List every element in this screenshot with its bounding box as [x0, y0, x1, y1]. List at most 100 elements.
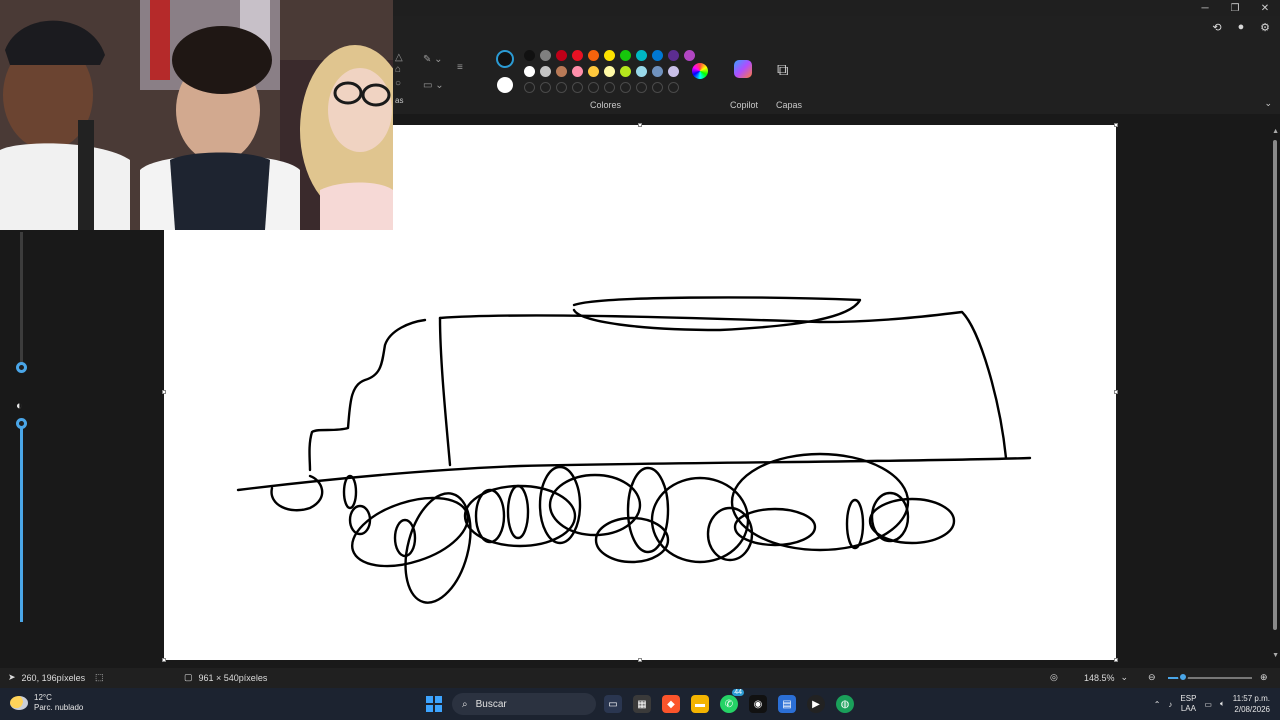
start-button[interactable] [426, 696, 442, 712]
clock[interactable]: 11:57 p.m. 2/08/2026 [1233, 693, 1270, 715]
minimize-icon[interactable]: ─ [1190, 0, 1220, 16]
canvas-size-icon: ▢ [184, 672, 193, 682]
scroll-up-icon[interactable]: ▲ [1272, 128, 1279, 135]
opacity-slider-fill[interactable] [20, 422, 23, 622]
system-tray: ⌃ ♪ ESP LAA ▭ 🔈︎ 11:57 p.m. 2/08/2026 [1154, 688, 1280, 720]
color-swatch[interactable] [524, 66, 535, 77]
edit-colors-icon[interactable] [692, 63, 708, 79]
zoom-out-icon[interactable]: ⊖ [1148, 672, 1156, 683]
zoom-in-icon[interactable]: ⊕ [1260, 672, 1268, 683]
color-swatch[interactable] [636, 66, 647, 77]
account-icon[interactable]: ● [1234, 20, 1248, 34]
resize-handle[interactable] [162, 658, 166, 662]
color-swatch[interactable] [588, 66, 599, 77]
weather-description: Parc. nublado [34, 703, 84, 712]
settings-icon[interactable]: ⚙ [1258, 20, 1272, 34]
secondary-color-swatch[interactable] [497, 77, 513, 93]
media-player-icon[interactable]: ▶ [807, 695, 825, 713]
taskbar-search[interactable]: ⌕ Buscar [452, 693, 596, 715]
volume-icon[interactable]: 🔈︎ [1220, 699, 1225, 709]
color-swatch[interactable] [556, 50, 567, 61]
expand-ribbon-icon[interactable]: ⌄ [1264, 98, 1272, 109]
size-slider-track[interactable] [20, 232, 23, 372]
opacity-slider-thumb[interactable] [16, 418, 27, 429]
custom-color-slot[interactable] [636, 82, 647, 93]
share-icon[interactable]: ⟲ [1210, 20, 1224, 34]
resize-handle[interactable] [638, 658, 642, 662]
color-swatch[interactable] [572, 50, 583, 61]
custom-color-slot[interactable] [556, 82, 567, 93]
task-view-icon[interactable]: ▭ [604, 695, 622, 713]
obs-icon[interactable]: ◉ [749, 695, 767, 713]
store-icon[interactable]: ▦ [633, 695, 651, 713]
pointer-icon: ➤ [8, 672, 16, 682]
resize-handle[interactable] [1114, 123, 1118, 127]
window-controls: ─ ❐ ✕ [1190, 0, 1280, 16]
ellipse-icon[interactable]: ○ [395, 78, 401, 89]
microphone-icon[interactable]: ♪ [1168, 700, 1172, 709]
layers-icon[interactable]: ⧉ [777, 62, 788, 80]
weather-widget[interactable]: 12°C Parc. nublado [10, 693, 83, 713]
color-swatch[interactable] [652, 50, 663, 61]
color-swatch[interactable] [604, 66, 615, 77]
custom-color-slot[interactable] [620, 82, 631, 93]
custom-color-slot[interactable] [652, 82, 663, 93]
canvas-size: ▢ 961 × 540píxeles [184, 672, 267, 683]
color-swatch[interactable] [524, 50, 535, 61]
color-swatch[interactable] [620, 66, 631, 77]
zoom-dropdown[interactable]: 148.5% ⌄ [1084, 672, 1128, 683]
custom-color-slot[interactable] [604, 82, 615, 93]
triangle-icon[interactable]: △ [395, 52, 403, 63]
custom-color-slot[interactable] [572, 82, 583, 93]
color-swatch[interactable] [684, 50, 695, 61]
color-swatch[interactable] [620, 50, 631, 61]
color-swatch[interactable] [636, 50, 647, 61]
custom-color-slot[interactable] [668, 82, 679, 93]
whatsapp-icon[interactable]: ✆ 44 [720, 689, 744, 713]
color-swatch[interactable] [540, 66, 551, 77]
notepad-icon[interactable]: ▤ [778, 695, 796, 713]
color-swatch[interactable] [556, 66, 567, 77]
scroll-down-icon[interactable]: ▼ [1272, 652, 1279, 659]
language-indicator[interactable]: ESP LAA [1180, 694, 1196, 714]
custom-color-slot[interactable] [588, 82, 599, 93]
color-swatch[interactable] [540, 50, 551, 61]
custom-color-slot[interactable] [540, 82, 551, 93]
copilot-icon[interactable] [734, 60, 752, 78]
fill-icon[interactable]: ▭ ⌄ [423, 80, 444, 91]
resize-handle[interactable] [1114, 390, 1118, 394]
size-icon[interactable]: ≡ [457, 62, 463, 73]
chevron-up-icon[interactable]: ⌃ [1154, 700, 1161, 709]
file-explorer-icon[interactable]: ▬ [691, 695, 709, 713]
color-swatch[interactable] [588, 50, 599, 61]
status-bar: ➤ 260, 196píxeles ⬚ ▢ 961 × 540píxeles ◎… [0, 668, 1280, 688]
color-swatch[interactable] [604, 50, 615, 61]
color-swatch[interactable] [668, 50, 679, 61]
custom-color-slot[interactable] [524, 82, 535, 93]
brave-icon[interactable]: ◆ [662, 695, 680, 713]
chevron-down-icon: ⌄ [1120, 672, 1129, 682]
opacity-icon: ◐ [16, 400, 23, 412]
shape-icon[interactable]: ⌂ [395, 64, 401, 75]
fit-screen-icon[interactable]: ◎ [1050, 672, 1058, 683]
color-swatch[interactable] [668, 66, 679, 77]
browser-icon[interactable]: ◍ [836, 695, 854, 713]
color-swatch[interactable] [652, 66, 663, 77]
restore-icon[interactable]: ❐ [1220, 0, 1250, 16]
color-swatch[interactable] [572, 66, 583, 77]
search-placeholder: Buscar [475, 698, 507, 710]
selection-icon[interactable]: ⬚ [95, 672, 104, 683]
resize-handle[interactable] [638, 123, 642, 127]
display-icon[interactable]: ▭ [1204, 700, 1212, 709]
zoom-slider-thumb[interactable] [1178, 672, 1188, 682]
close-icon[interactable]: ✕ [1250, 0, 1280, 16]
brush-settings-panel: ◐ [10, 232, 34, 632]
cursor-position-text: 260, 196píxeles [21, 672, 86, 683]
outline-icon[interactable]: ✎ ⌄ [423, 54, 443, 65]
resize-handle[interactable] [1114, 658, 1118, 662]
resize-handle[interactable] [162, 390, 166, 394]
shapes-group: △ ⌂ ○ as ✎ ⌄ ▭ ⌄ ≡ [395, 34, 475, 105]
active-color-swatch[interactable] [496, 50, 514, 68]
size-slider-thumb[interactable] [16, 362, 27, 373]
vertical-scrollbar[interactable] [1273, 140, 1277, 630]
